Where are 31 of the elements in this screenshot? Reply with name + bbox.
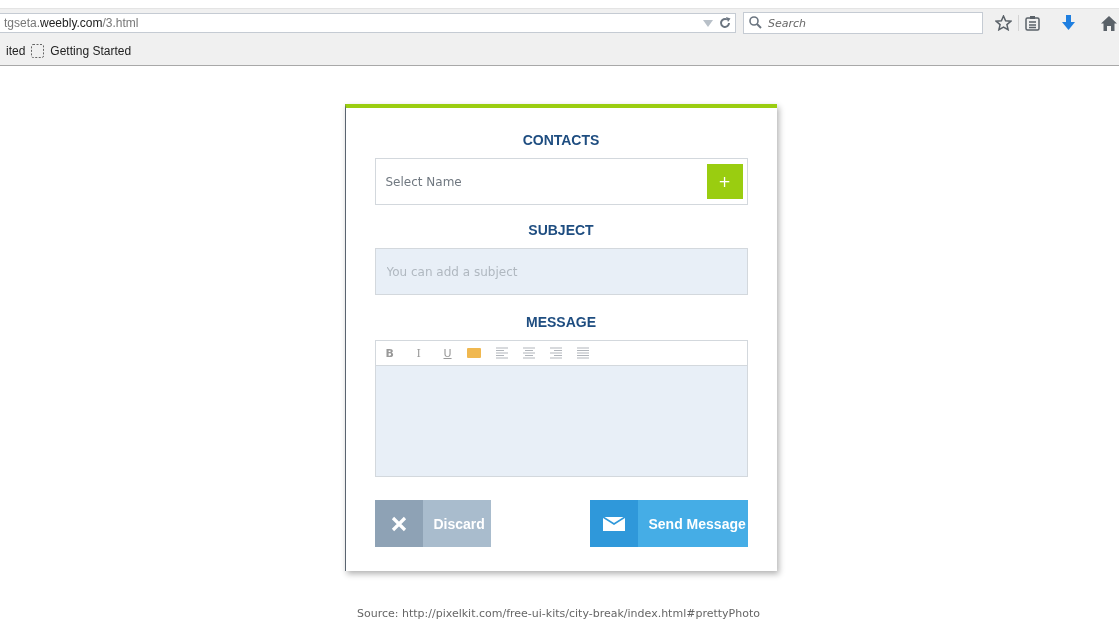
highlight-color-icon[interactable] [466,348,481,358]
close-icon [390,515,407,532]
justify-icon[interactable] [576,347,589,359]
select-name-field[interactable]: Select Name + [374,158,748,205]
home-icon[interactable] [1101,15,1117,31]
search-icon [749,16,762,29]
star-icon[interactable] [995,15,1012,31]
add-button[interactable]: + [706,164,743,199]
italic-button[interactable]: I [416,346,444,360]
align-center-icon[interactable] [522,347,535,359]
url-text: tgseta.weebly.com/3.html [4,16,140,30]
source-caption: Source: http://pixelkit.com/free-ui-kits/city-break/index.html#prettyPhoto [357,607,760,620]
align-right-icon[interactable] [549,347,562,359]
clipboard-icon[interactable] [1025,15,1040,31]
address-bar[interactable]: tgseta.weebly.com/3.html [0,13,736,33]
search-field[interactable]: Search [743,12,983,34]
underline-button[interactable]: U [443,346,467,360]
envelope-icon [602,516,625,531]
section-label: CONTACTS [521,132,601,148]
align-left-icon[interactable] [495,347,508,359]
discard-button[interactable]: Discard [374,500,491,547]
subject-field[interactable]: You can add a subject [374,248,748,295]
bold-button[interactable]: B [385,346,417,360]
bookmark-link[interactable]: ited [6,44,26,58]
section-label: MESSAGE [525,314,597,330]
download-icon[interactable] [1061,15,1076,31]
send-message-button[interactable]: Send Message [589,500,748,547]
reload-icon[interactable] [719,17,731,29]
dropdown-icon[interactable] [703,19,713,27]
section-label: SUBJECT [527,222,595,238]
bookmark-link[interactable]: Getting Started [50,44,132,58]
